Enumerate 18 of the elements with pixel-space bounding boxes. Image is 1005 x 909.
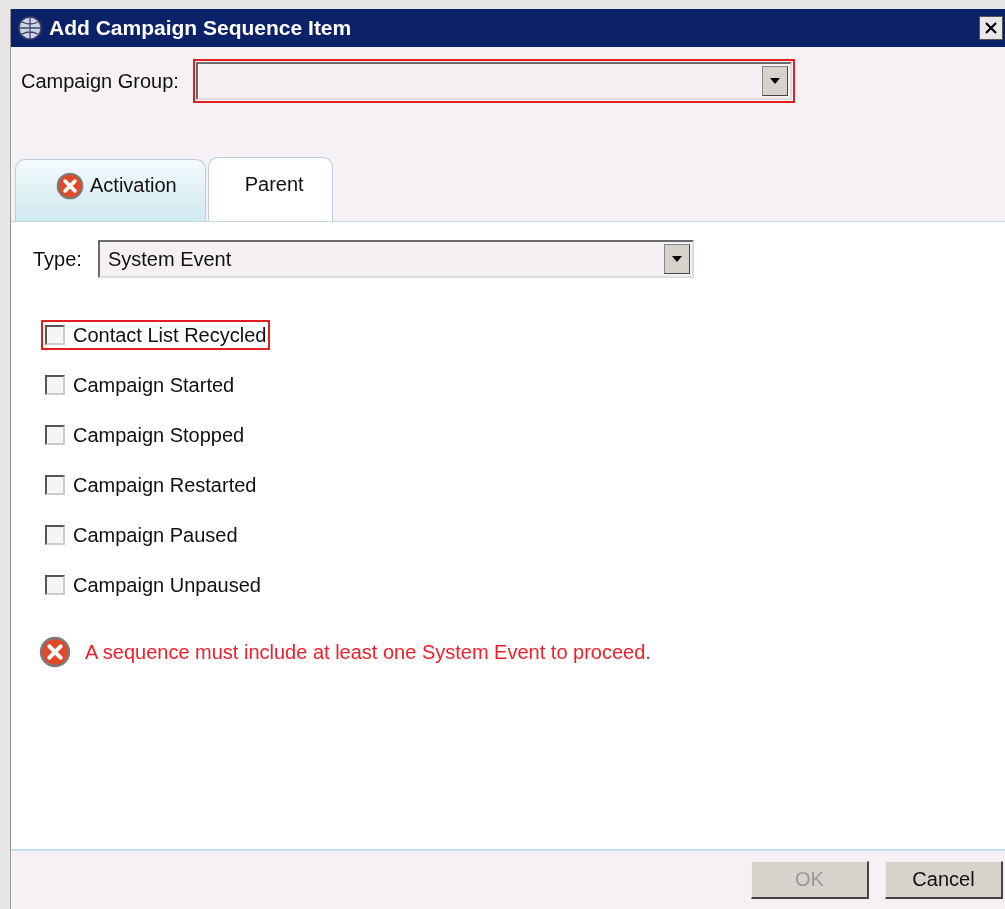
type-dropdown[interactable]: System Event	[97, 240, 694, 278]
event-checkbox[interactable]: Campaign Paused	[41, 520, 242, 550]
field-label: Campaign Group:	[21, 69, 179, 93]
error-icon	[39, 636, 71, 668]
event-checkbox[interactable]: Campaign Started	[41, 370, 239, 400]
tab[interactable]: Activation	[15, 159, 206, 221]
event-checkbox[interactable]: Campaign Unpaused	[41, 570, 265, 600]
globe-icon	[17, 15, 43, 41]
window-title: Add Campaign Sequence Item	[49, 16, 353, 40]
close-icon	[984, 21, 998, 35]
event-checkbox[interactable]: Campaign Stopped	[41, 420, 249, 450]
field-label: Type:	[33, 247, 82, 271]
close-button[interactable]	[979, 16, 1003, 40]
dialog-button[interactable]: Cancel	[885, 861, 1003, 899]
tab[interactable]: Parent	[207, 157, 333, 221]
event-checkbox[interactable]: Campaign Restarted	[41, 470, 261, 500]
event-checkbox[interactable]: Contact List Recycled	[41, 320, 271, 350]
error-message: A sequence must include at least one System Event to proceed.	[85, 640, 651, 664]
